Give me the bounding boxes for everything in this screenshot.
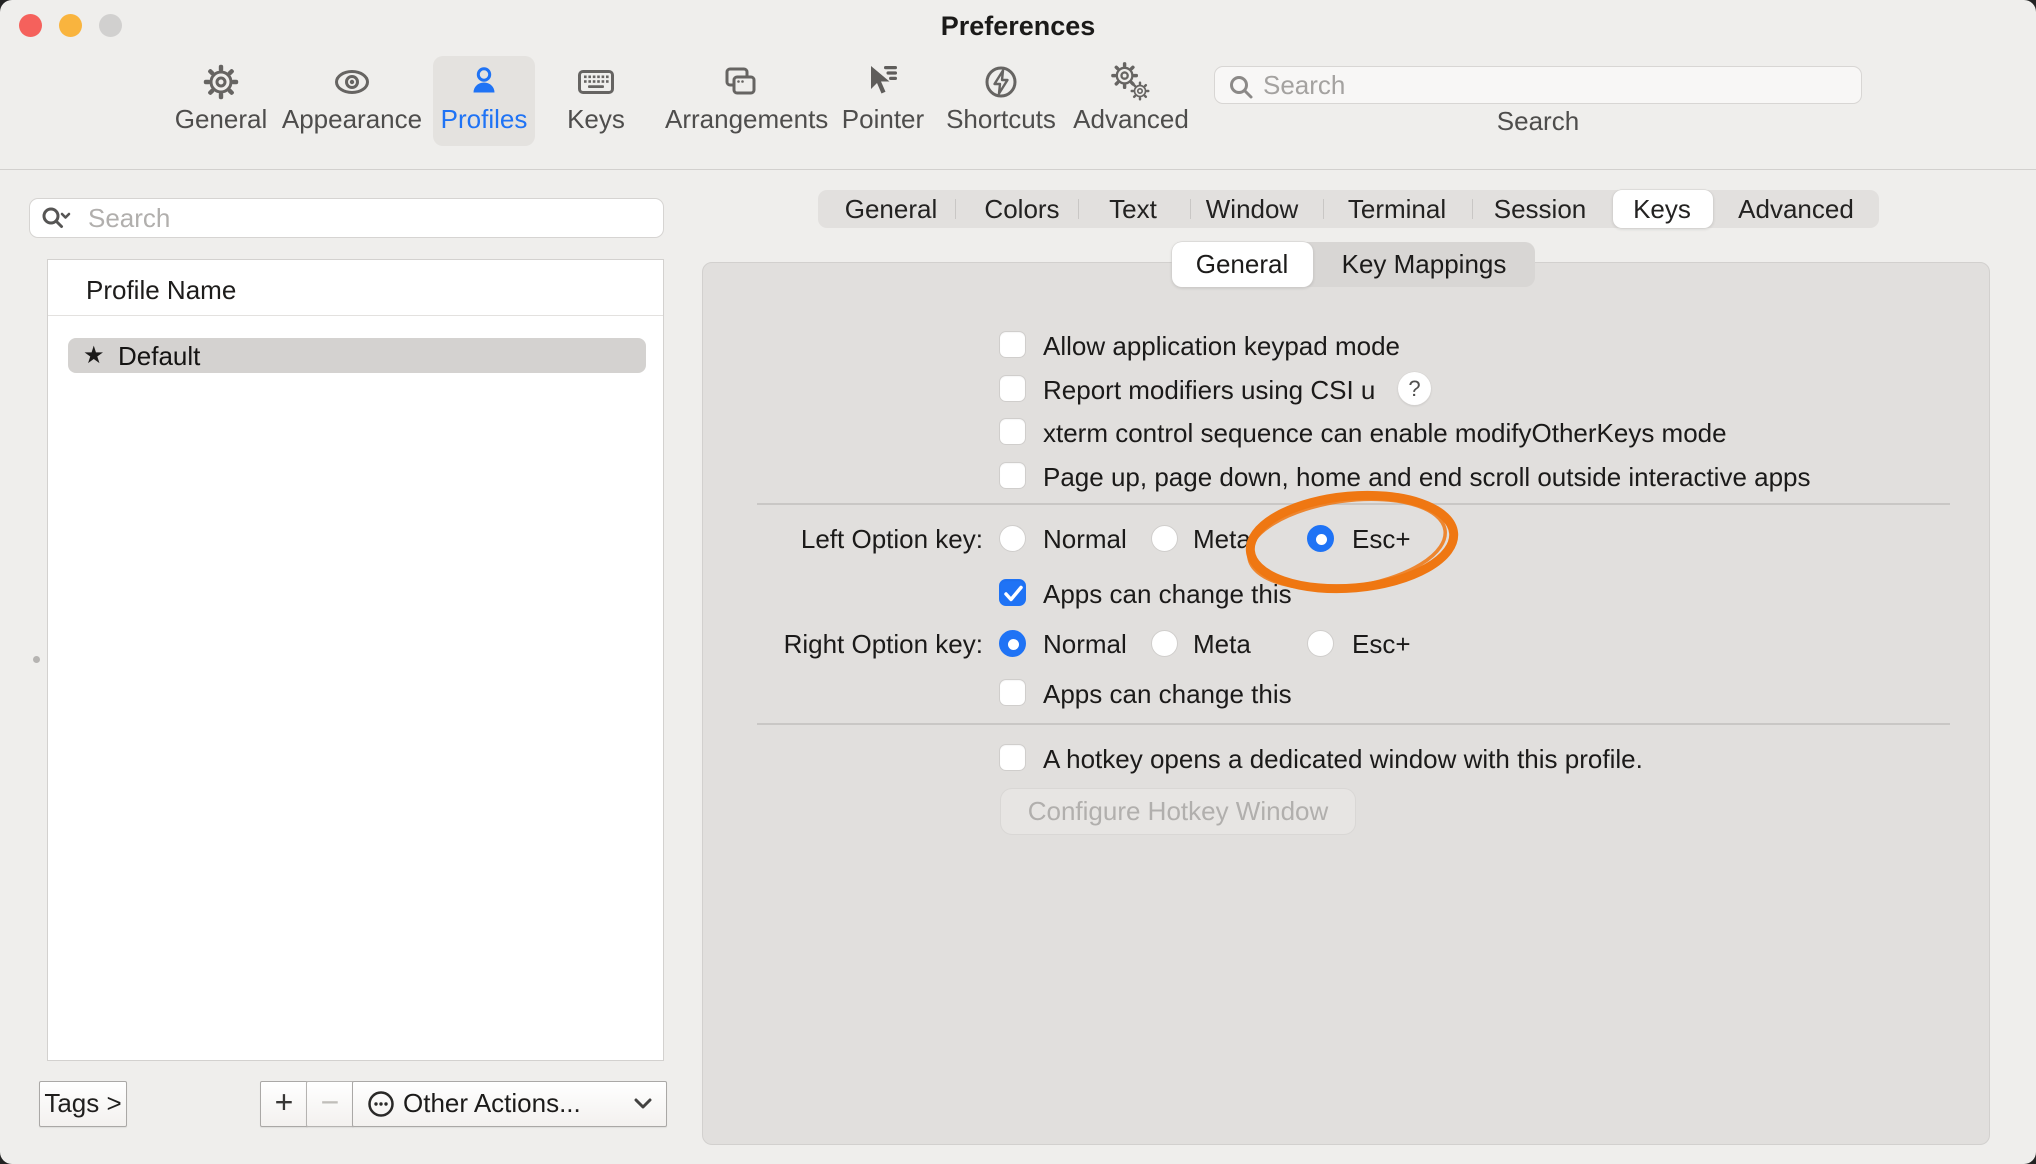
toolbar-item-label: Arrangements xyxy=(665,104,815,134)
toolbar-divider xyxy=(0,169,2036,170)
checkbox-right-apps-can-change[interactable] xyxy=(999,679,1026,706)
default-star-icon: ★ xyxy=(83,341,105,370)
radio-label[interactable]: Meta xyxy=(1193,524,1251,554)
tab-separator xyxy=(1323,199,1324,219)
profile-list: Profile Name ★ Default xyxy=(47,259,664,1061)
section-divider xyxy=(757,503,1950,505)
toolbar-search-input[interactable] xyxy=(1261,69,1853,101)
configure-hotkey-window-button[interactable]: Configure Hotkey Window xyxy=(1000,788,1356,835)
tags-button[interactable]: Tags > xyxy=(39,1081,127,1127)
toolbar-item-label: General xyxy=(146,104,296,134)
checkbox-hotkey-window[interactable] xyxy=(999,744,1026,771)
tab-separator xyxy=(955,199,956,219)
tab-session[interactable]: Session xyxy=(1494,190,1587,228)
tab-separator xyxy=(1078,199,1079,219)
subtab-general[interactable]: General xyxy=(1196,242,1289,287)
profile-row-default[interactable]: ★ Default xyxy=(68,338,646,373)
toolbar-search-field[interactable] xyxy=(1214,66,1862,104)
ellipsis-circle-icon xyxy=(367,1090,395,1118)
radio-right-normal[interactable] xyxy=(999,630,1026,657)
gears-icon xyxy=(1111,62,1151,102)
toolbar-item-label: Appearance xyxy=(277,104,427,134)
radio-label[interactable]: Esc+ xyxy=(1352,629,1411,659)
checkbox-csi-u[interactable] xyxy=(999,375,1026,402)
profile-search-input[interactable] xyxy=(86,201,655,235)
toolbar-item-appearance[interactable]: Appearance xyxy=(277,56,427,146)
tab-separator xyxy=(1190,199,1191,219)
checkbox-modify-other-keys[interactable] xyxy=(999,418,1026,445)
toolbar-item-shortcuts[interactable]: Shortcuts xyxy=(926,56,1076,146)
subtab-key-mappings[interactable]: Key Mappings xyxy=(1342,242,1507,287)
eye-icon xyxy=(332,62,372,102)
checkbox-label[interactable]: Report modifiers using CSI u xyxy=(1043,375,1375,405)
tab-colors[interactable]: Colors xyxy=(984,190,1059,228)
radio-left-meta[interactable] xyxy=(1151,525,1178,552)
radio-label[interactable]: Normal xyxy=(1043,524,1127,554)
tab-window[interactable]: Window xyxy=(1206,190,1298,228)
help-button[interactable]: ? xyxy=(1398,372,1431,405)
cursor-icon xyxy=(863,62,903,102)
checkbox-left-apps-can-change[interactable] xyxy=(999,579,1026,606)
radio-right-esc[interactable] xyxy=(1307,630,1334,657)
toolbar-item-general[interactable]: General xyxy=(146,56,296,146)
divider xyxy=(48,315,663,316)
tab-keys[interactable]: Keys xyxy=(1633,190,1691,228)
tab-separator xyxy=(1472,199,1473,219)
remove-profile-button[interactable]: − xyxy=(306,1081,354,1127)
toolbar-item-advanced[interactable]: Advanced xyxy=(1056,56,1206,146)
tab-advanced[interactable]: Advanced xyxy=(1738,190,1854,228)
toolbar-search-label: Search xyxy=(1214,106,1862,137)
toolbar-item-keys[interactable]: Keys xyxy=(521,56,671,146)
checkbox-keypad-mode[interactable] xyxy=(999,331,1026,358)
toolbar-item-label: Keys xyxy=(521,104,671,134)
checkbox-label[interactable]: Apps can change this xyxy=(1043,579,1292,609)
right-option-key-label: Right Option key: xyxy=(700,629,983,660)
toolbar-item-label: Shortcuts xyxy=(926,104,1076,134)
tab-terminal[interactable]: Terminal xyxy=(1348,190,1446,228)
checkbox-label[interactable]: A hotkey opens a dedicated window with t… xyxy=(1043,744,1643,774)
toolbar-item-arrangements[interactable]: Arrangements xyxy=(665,56,815,146)
radio-left-esc[interactable] xyxy=(1307,525,1334,552)
tab-general[interactable]: General xyxy=(845,190,938,228)
radio-left-normal[interactable] xyxy=(999,525,1026,552)
search-icon xyxy=(1227,73,1255,101)
checkbox-label[interactable]: xterm control sequence can enable modify… xyxy=(1043,418,1727,448)
other-actions-label: Other Actions... xyxy=(403,1082,581,1125)
tab-text[interactable]: Text xyxy=(1109,190,1157,228)
toolbar-item-label: Advanced xyxy=(1056,104,1206,134)
keyboard-icon xyxy=(576,62,616,102)
add-profile-button[interactable]: + xyxy=(260,1081,308,1127)
gear-icon xyxy=(201,62,241,102)
checkbox-label[interactable]: Page up, page down, home and end scroll … xyxy=(1043,462,1811,492)
checkbox-page-scroll[interactable] xyxy=(999,462,1026,489)
checkbox-label[interactable]: Apps can change this xyxy=(1043,679,1292,709)
profile-list-header: Profile Name xyxy=(86,275,236,306)
profile-name: Default xyxy=(118,341,200,372)
windows-icon xyxy=(720,62,760,102)
window-edge-dot xyxy=(33,656,40,663)
window-title: Preferences xyxy=(0,11,2036,42)
radio-label[interactable]: Esc+ xyxy=(1352,524,1411,554)
checkmark-icon xyxy=(1000,580,1027,607)
profile-search-field[interactable] xyxy=(29,198,664,238)
left-option-key-label: Left Option key: xyxy=(700,524,983,555)
other-actions-dropdown[interactable]: Other Actions... xyxy=(352,1081,667,1127)
chevron-down-icon xyxy=(634,1098,652,1110)
preferences-window: Preferences General Appearance Profiles xyxy=(0,0,2036,1164)
radio-right-meta[interactable] xyxy=(1151,630,1178,657)
checkbox-label[interactable]: Allow application keypad mode xyxy=(1043,331,1400,361)
search-menu-icon xyxy=(40,204,72,234)
person-icon xyxy=(464,62,504,102)
radio-label[interactable]: Normal xyxy=(1043,629,1127,659)
lightning-icon xyxy=(981,62,1021,102)
section-divider xyxy=(757,723,1950,725)
radio-label[interactable]: Meta xyxy=(1193,629,1251,659)
